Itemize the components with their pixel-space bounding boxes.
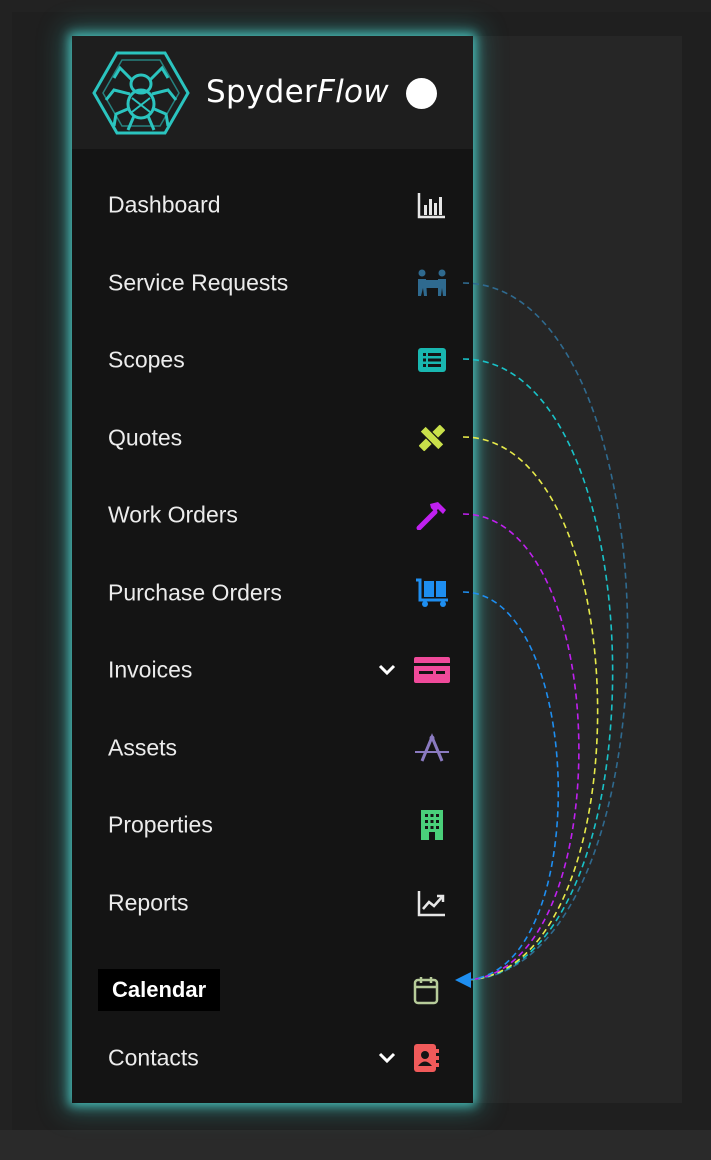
people-carry-icon [414,265,450,301]
nav-item-service-requests[interactable]: Service Requests [72,253,473,313]
nav-item-label: Work Orders [108,501,238,528]
nav-item-work-orders[interactable]: Work Orders [72,485,473,545]
building-icon [414,807,450,843]
pencil-ruler-icon [414,420,450,456]
nav-item-scopes[interactable]: Scopes [72,330,473,390]
nav-item-label: Quotes [108,424,183,451]
list-icon [414,342,450,378]
chart-line-icon [414,885,450,921]
bar-chart-icon [414,187,450,223]
brand-prefix: Spyder [206,74,317,110]
nav-item-calendar[interactable]: Calendar [72,960,473,1020]
nav-item-label: Calendar [98,969,221,1011]
nav-item-label: Reports [108,889,189,916]
spider-logo-icon[interactable] [92,50,190,136]
nav-item-properties[interactable]: Properties [72,795,473,855]
address-book-icon [408,1040,444,1076]
nav-item-label: Service Requests [108,269,289,296]
sidebar: SpyderFlow Dashboard Service Requests Sc… [72,36,473,1103]
nav-item-reports[interactable]: Reports [72,873,473,933]
nav-item-label: Contacts [108,1044,199,1071]
nav-item-label: Invoices [108,656,193,683]
brand-suffix: Flow [317,74,389,110]
bottom-strip [0,1130,711,1160]
nav-item-label: Assets [108,734,178,761]
chevron-down-icon[interactable] [376,659,398,681]
nav-item-label: Dashboard [108,191,221,218]
nav-item-contacts[interactable]: Contacts [72,1028,473,1088]
calendar-icon [408,972,444,1008]
nav-item-purchase-orders[interactable]: Purchase Orders [72,563,473,623]
compass-icon [414,730,450,766]
nav-item-label: Purchase Orders [108,579,282,606]
invoice-icon [414,652,450,688]
nav-item-quotes[interactable]: Quotes [72,408,473,468]
nav-item-dashboard[interactable]: Dashboard [72,175,473,235]
nav-item-assets[interactable]: Assets [72,718,473,778]
hammer-icon [414,497,450,533]
sidebar-header: SpyderFlow [72,36,473,149]
nav-item-label: Scopes [108,346,185,373]
nav-item-invoices[interactable]: Invoices [72,640,473,700]
nav-item-label: Properties [108,811,213,838]
brand-name: SpyderFlow [206,74,389,110]
content-panel [473,36,682,1103]
theme-toggle[interactable] [406,78,437,109]
dolly-icon [414,575,450,611]
chevron-down-icon[interactable] [376,1047,398,1069]
